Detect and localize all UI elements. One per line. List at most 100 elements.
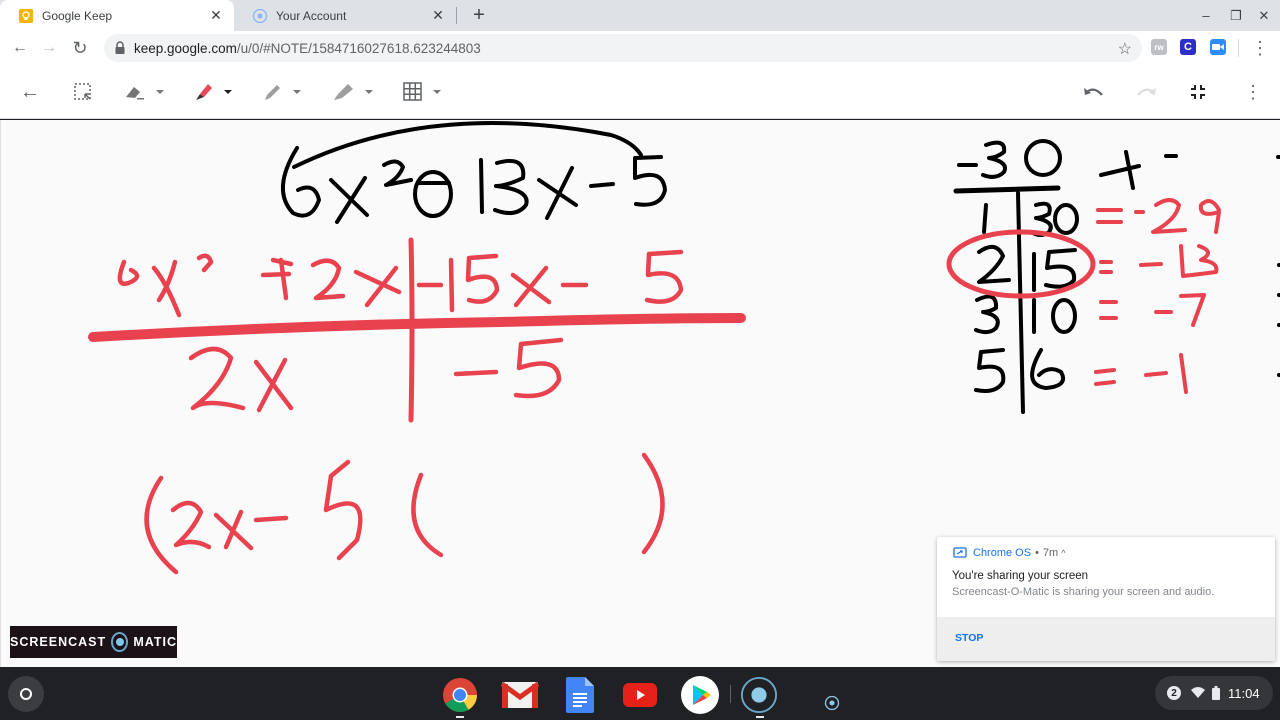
- notification-actions: STOP: [937, 617, 1275, 661]
- ink-grouping: [88, 237, 746, 423]
- chevron-down-icon[interactable]: [293, 90, 301, 94]
- address-bar[interactable]: keep.google.com/u/0/#NOTE/1584716027618.…: [104, 34, 1142, 62]
- ink-x: [151, 259, 182, 318]
- eraser-tool[interactable]: [124, 81, 164, 103]
- ink-digit-6: [117, 259, 140, 286]
- chevron-down-icon[interactable]: [433, 90, 441, 94]
- status-tray[interactable]: 2 11:04: [1155, 676, 1273, 710]
- ink-problem: [280, 121, 667, 224]
- ink-plus-top: [270, 257, 294, 267]
- minimize-icon[interactable]: –: [1196, 6, 1216, 26]
- tab-strip: Google Keep ✕ Your Account ✕ + – ❐ ✕: [0, 0, 1280, 31]
- ink-digit-1: [479, 158, 484, 214]
- ink-fraction-bar: [88, 313, 746, 342]
- gmail-icon: [501, 681, 539, 708]
- reload-icon[interactable]: ↻: [68, 36, 92, 60]
- pen-icon: [196, 84, 212, 100]
- back-button[interactable]: ←: [20, 81, 40, 103]
- ink-exponent-2: [382, 159, 413, 187]
- watermark-left-text: SCREENCAST: [10, 635, 107, 649]
- notification-source: Chrome OS: [973, 547, 1032, 559]
- lock-icon: [114, 41, 126, 55]
- screencast-o-matic-app[interactable]: [740, 676, 778, 714]
- undo-button[interactable]: [1083, 81, 1105, 103]
- redo-button[interactable]: [1135, 81, 1157, 103]
- ink-minus: [589, 182, 615, 188]
- tab-your-account[interactable]: Your Account ✕: [234, 0, 456, 31]
- ink-digit-5: [1044, 248, 1077, 289]
- play-store-app[interactable]: [681, 676, 719, 714]
- play-store-icon: [681, 676, 719, 714]
- ink-digit-5: [974, 348, 1006, 393]
- tab-title: Google Keep: [42, 8, 113, 23]
- chevron-down-icon[interactable]: [224, 90, 232, 94]
- notification-title: You're sharing your screen: [952, 570, 1089, 582]
- ink-digit-2: [1151, 198, 1187, 234]
- lasso-select-icon: [74, 83, 91, 100]
- ink-digit-5: [323, 459, 363, 561]
- ink-digit-7: [1179, 293, 1206, 327]
- browser-menu-icon[interactable]: ⋮: [1248, 36, 1272, 60]
- highlighter-tool[interactable]: [333, 81, 373, 103]
- ink-factored: [144, 452, 665, 575]
- forward-icon[interactable]: →: [37, 36, 61, 60]
- ink-equals: [1099, 260, 1113, 274]
- more-options-button[interactable]: ⋮: [1244, 81, 1262, 103]
- chevron-up-icon[interactable]: ^: [1061, 548, 1065, 558]
- recording-indicator-icon[interactable]: [824, 695, 840, 711]
- chevron-down-icon[interactable]: [365, 90, 373, 94]
- chrome-app[interactable]: [441, 676, 479, 714]
- ink-minus: [453, 369, 499, 377]
- select-tool[interactable]: [73, 81, 93, 103]
- notification-separator: •: [1035, 547, 1039, 559]
- chevron-down-icon[interactable]: [156, 90, 164, 94]
- ink-digit-3: [974, 294, 1000, 335]
- ink-minus: [1139, 262, 1163, 267]
- stop-sharing-button[interactable]: STOP: [955, 632, 983, 644]
- c-extension-label: C: [1184, 41, 1192, 53]
- ink-digit-0: [1024, 139, 1062, 177]
- ink-table-top-rule: [953, 185, 1061, 194]
- pen-tool[interactable]: [194, 81, 232, 103]
- tab-google-keep[interactable]: Google Keep ✕: [0, 0, 234, 31]
- youtube-icon: [623, 683, 657, 707]
- running-indicator: [756, 716, 764, 718]
- google-docs-icon: [566, 677, 594, 713]
- c-extension-icon[interactable]: C: [1180, 39, 1196, 55]
- ink-x: [353, 265, 402, 308]
- ink-digit-0: [1051, 298, 1077, 334]
- new-tab-button[interactable]: +: [468, 4, 490, 26]
- background-grid-tool[interactable]: [403, 81, 441, 103]
- gmail-app[interactable]: [501, 676, 539, 714]
- ink-digit-0: [1053, 203, 1079, 235]
- notification-header[interactable]: Chrome OS • 7m ^: [953, 547, 1065, 559]
- ink-minus: [253, 515, 289, 523]
- docs-app[interactable]: [561, 676, 599, 714]
- exit-fullscreen-button[interactable]: [1190, 81, 1206, 103]
- youtube-app[interactable]: [621, 676, 659, 714]
- back-arrow-icon: ←: [20, 80, 40, 103]
- zoom-extension-icon[interactable]: [1210, 39, 1226, 55]
- battery-icon: [1212, 686, 1220, 700]
- bookmark-star-icon[interactable]: ☆: [1118, 39, 1132, 59]
- ink-plus: [260, 257, 292, 301]
- notification-message: Screencast-O-Matic is sharing your scree…: [952, 586, 1215, 598]
- back-icon[interactable]: ←: [8, 36, 32, 60]
- close-tab-icon[interactable]: ✕: [430, 7, 446, 23]
- close-tab-icon[interactable]: ✕: [208, 7, 224, 23]
- ink-digit-13: [1179, 244, 1219, 278]
- keep-icon: [18, 8, 34, 24]
- ink-digit-2: [310, 258, 346, 301]
- account-icon: [252, 8, 268, 24]
- ink-digit-5: [465, 253, 500, 304]
- ink-x: [213, 509, 254, 551]
- restore-icon[interactable]: ❐: [1226, 6, 1246, 26]
- close-window-icon[interactable]: ✕: [1254, 6, 1274, 26]
- rw-extension-icon[interactable]: rw: [1151, 39, 1167, 55]
- marker-tool[interactable]: [263, 81, 301, 103]
- redo-icon: [1137, 88, 1156, 96]
- ink-digit-1: [982, 203, 988, 234]
- launcher-button[interactable]: [8, 676, 44, 712]
- eraser-icon: [126, 87, 144, 100]
- ink-x: [329, 176, 369, 224]
